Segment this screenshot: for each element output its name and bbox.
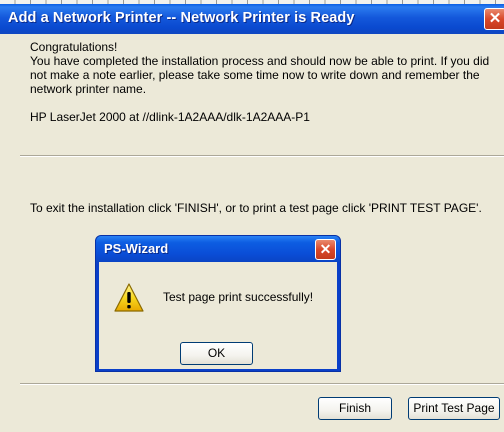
congratulations-text: Congratulations! — [30, 40, 118, 54]
printer-name-text: HP LaserJet 2000 at //dlink-1A2AAA/dlk-1… — [30, 110, 310, 124]
exit-instructions: To exit the installation click 'FINISH',… — [30, 201, 482, 215]
dialog-title: PS-Wizard — [104, 241, 169, 256]
window-titlebar[interactable]: Add a Network Printer -- Network Printer… — [0, 4, 504, 34]
dialog-body: Test page print successfully! OK — [99, 262, 337, 369]
dialog-close-button[interactable]: ✕ — [315, 239, 336, 260]
divider-bottom — [20, 383, 504, 385]
finish-button[interactable]: Finish — [318, 397, 392, 420]
dialog-titlebar[interactable]: PS-Wizard ✕ — [96, 236, 340, 262]
warning-icon — [114, 283, 144, 312]
window-close-button[interactable]: ✕ — [484, 8, 504, 30]
window-title: Add a Network Printer -- Network Printer… — [8, 10, 355, 26]
ok-button[interactable]: OK — [180, 342, 253, 365]
ps-wizard-dialog: PS-Wizard ✕ Test page print successfully… — [95, 235, 341, 372]
completion-message: You have completed the installation proc… — [30, 54, 490, 96]
divider-top — [20, 155, 504, 157]
content-area: Congratulations! You have completed the … — [30, 40, 490, 124]
print-test-page-button[interactable]: Print Test Page — [408, 397, 500, 420]
dialog-message: Test page print successfully! — [163, 290, 314, 304]
